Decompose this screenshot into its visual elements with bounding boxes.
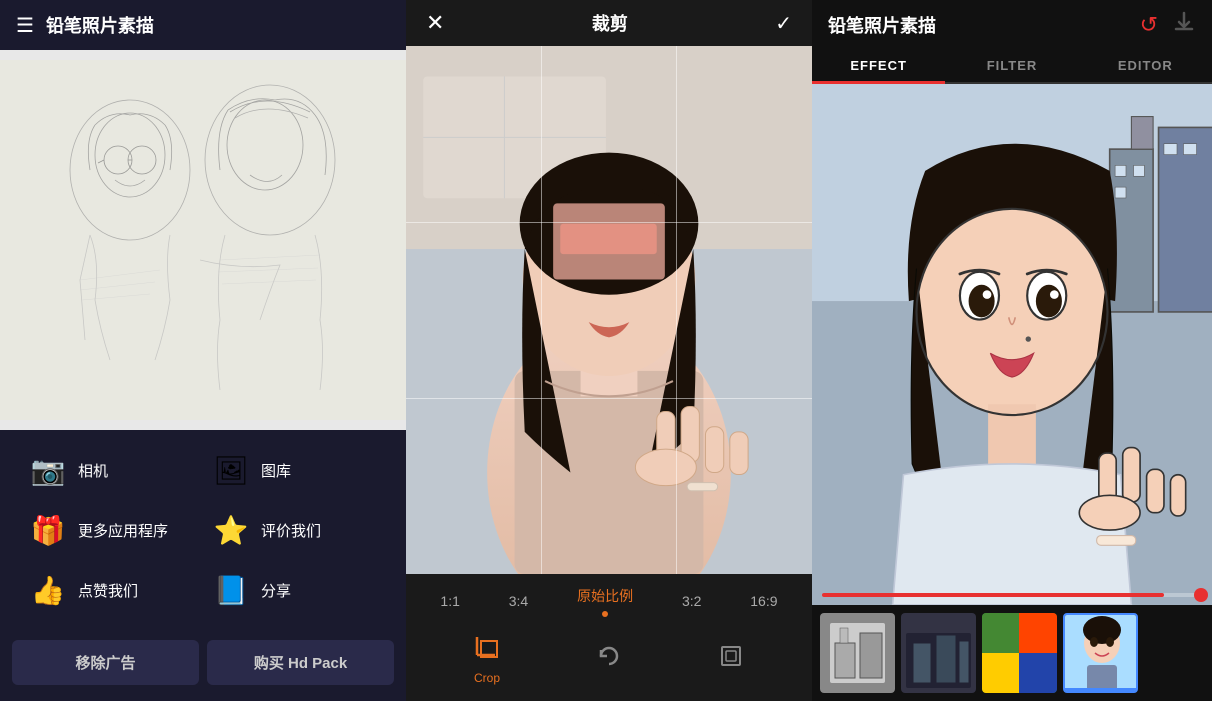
ratio-bar: 1:1 3:4 原始比例 3:2 16:9 xyxy=(406,574,812,623)
menu-grid: 📷 相机 🖼 图库 🎁 更多应用程序 ⭐ 评价我们 👍 点赞我们 📘 分享 xyxy=(0,430,406,630)
camera-label: 相机 xyxy=(78,460,108,481)
like-icon: 👍 xyxy=(28,570,68,610)
tab-editor[interactable]: EDITOR xyxy=(1079,50,1212,82)
sketch-preview xyxy=(0,50,406,430)
rate-icon: ⭐ xyxy=(211,510,251,550)
menu-item-gallery[interactable]: 🖼 图库 xyxy=(203,440,386,500)
effect-photo xyxy=(812,84,1212,605)
effect-active-indicator xyxy=(1065,688,1136,691)
ratio-3-4[interactable]: 3:4 xyxy=(503,591,534,611)
menu-item-more-apps[interactable]: 🎁 更多应用程序 xyxy=(20,500,203,560)
rotate-icon xyxy=(595,642,623,676)
crop-image-area[interactable] xyxy=(406,46,812,574)
confirm-icon[interactable]: ✓ xyxy=(775,11,792,36)
left-title: 铅笔照片素描 xyxy=(46,12,154,38)
bottom-buttons: 移除广告 购买 Hd Pack xyxy=(0,630,406,695)
crop-tool-crop-label: Crop xyxy=(474,671,500,685)
download-icon[interactable] xyxy=(1172,10,1196,40)
rate-label: 评价我们 xyxy=(261,520,321,541)
effects-strip xyxy=(812,605,1212,701)
right-title: 铅笔照片素描 xyxy=(828,12,936,38)
left-header: ☰ 铅笔照片素描 xyxy=(0,0,406,50)
share-label: 分享 xyxy=(261,580,291,601)
right-tabs: EFFECT FILTER EDITOR xyxy=(812,50,1212,84)
crop-photo xyxy=(406,46,812,574)
right-header: 铅笔照片素描 ↺ xyxy=(812,0,1212,50)
effect-anime-blue[interactable] xyxy=(1063,613,1138,693)
close-icon[interactable]: ✕ xyxy=(426,10,444,36)
menu-item-camera[interactable]: 📷 相机 xyxy=(20,440,203,500)
camera-icon: 📷 xyxy=(28,450,68,490)
remove-ad-button[interactable]: 移除广告 xyxy=(12,640,199,685)
ratio-16-9[interactable]: 16:9 xyxy=(744,591,783,611)
like-label: 点赞我们 xyxy=(78,580,138,601)
intensity-thumb[interactable] xyxy=(1194,588,1208,602)
right-panel: 铅笔照片素描 ↺ EFFECT FILTER EDITOR xyxy=(812,0,1212,701)
middle-title: 裁剪 xyxy=(592,10,628,36)
effect-bw-sketch[interactable] xyxy=(820,613,895,693)
intensity-bar xyxy=(812,585,1212,605)
photo-simulation xyxy=(406,46,812,574)
left-panel: ☰ 铅笔照片素描 xyxy=(0,0,406,701)
middle-header: ✕ 裁剪 ✓ xyxy=(406,0,812,46)
gallery-icon: 🖼 xyxy=(211,450,251,490)
ratio-1-1[interactable]: 1:1 xyxy=(434,591,465,611)
crop-tool-expand[interactable] xyxy=(717,642,745,676)
share-icon: 📘 xyxy=(211,570,251,610)
effect-color-pop[interactable] xyxy=(982,613,1057,693)
intensity-fill xyxy=(822,593,1164,597)
undo-icon[interactable]: ↺ xyxy=(1140,12,1158,38)
more-apps-label: 更多应用程序 xyxy=(78,520,168,541)
ratio-3-2[interactable]: 3:2 xyxy=(676,591,707,611)
crop-tool-crop[interactable]: Crop xyxy=(473,633,501,685)
gallery-label: 图库 xyxy=(261,460,291,481)
tab-effect[interactable]: EFFECT xyxy=(812,50,945,84)
ratio-original[interactable]: 原始比例 xyxy=(571,584,639,608)
menu-item-share[interactable]: 📘 分享 xyxy=(203,560,386,620)
crop-tool-crop-icon xyxy=(473,633,501,667)
intensity-slider[interactable] xyxy=(822,593,1202,597)
right-image-area xyxy=(812,84,1212,605)
tab-filter[interactable]: FILTER xyxy=(945,50,1078,82)
more-apps-icon: 🎁 xyxy=(28,510,68,550)
sketch-drawing xyxy=(0,50,406,430)
sketch-background xyxy=(0,50,406,430)
middle-panel: ✕ 裁剪 ✓ xyxy=(406,0,812,701)
ratio-original-container: 原始比例 xyxy=(571,584,639,617)
menu-item-like[interactable]: 👍 点赞我们 xyxy=(20,560,203,620)
expand-icon xyxy=(717,642,745,676)
right-header-icons: ↺ xyxy=(1140,10,1196,40)
crop-tools: Crop xyxy=(406,623,812,701)
hamburger-icon[interactable]: ☰ xyxy=(16,13,34,38)
ratio-active-dot xyxy=(602,611,608,617)
menu-item-rate[interactable]: ⭐ 评价我们 xyxy=(203,500,386,560)
crop-tool-rotate[interactable] xyxy=(595,642,623,676)
hd-pack-button[interactable]: 购买 Hd Pack xyxy=(207,640,394,685)
effect-city-dark[interactable] xyxy=(901,613,976,693)
